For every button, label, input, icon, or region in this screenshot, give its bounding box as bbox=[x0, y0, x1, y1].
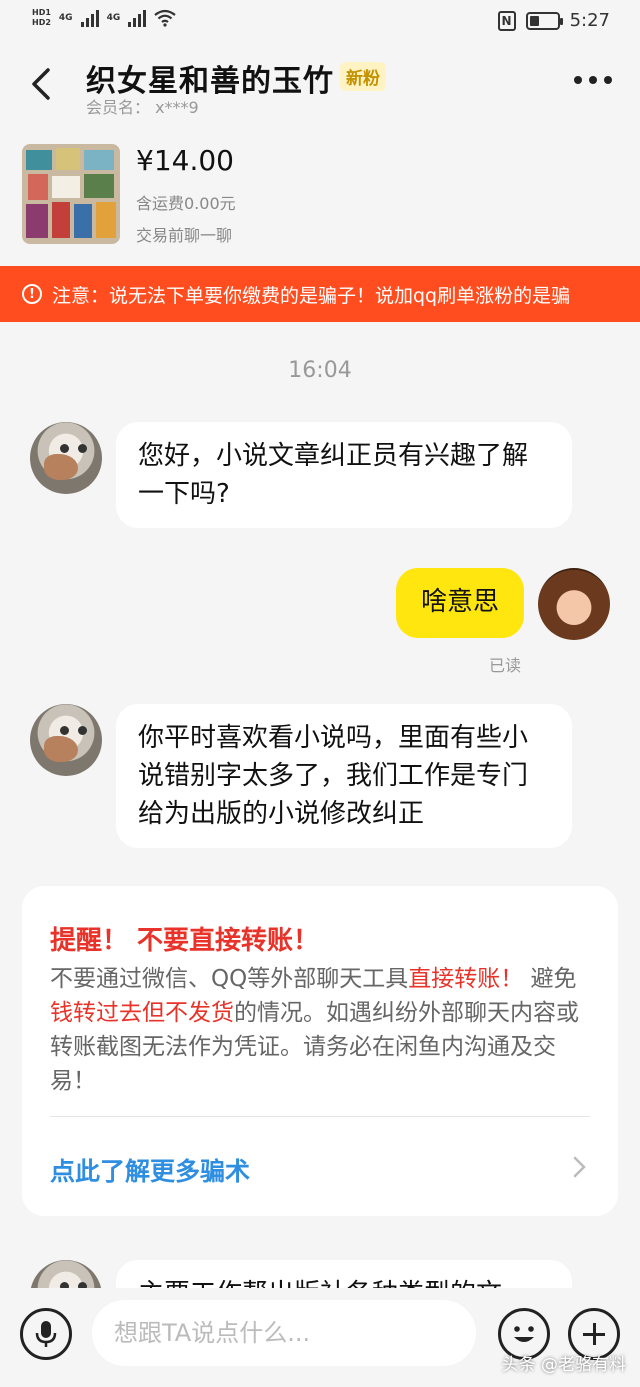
voice-button[interactable] bbox=[20, 1308, 72, 1360]
alert-circle-icon: ! bbox=[22, 284, 42, 304]
member-id: 会员名： x***9 bbox=[86, 98, 199, 117]
partial-message-row: 主要工作帮出版社各种类型的文 bbox=[0, 1240, 640, 1288]
message-bubble-other[interactable]: 你平时喜欢看小说吗，里面有些小说错别字太多了，我们工作是专门给为出版的小说修改纠… bbox=[116, 704, 572, 848]
message-bubble-other[interactable]: 您好，小说文章纠正员有兴趣了解一下吗? bbox=[116, 422, 572, 528]
watermark: 头条 @老骆有料 bbox=[501, 1355, 626, 1375]
nfc-icon: N bbox=[497, 10, 516, 31]
chat-before-trade: 交易前聊一聊 bbox=[136, 226, 233, 245]
chevron-right-icon[interactable] bbox=[572, 1154, 588, 1180]
hd2-label: HD2 bbox=[32, 18, 51, 27]
back-button[interactable] bbox=[22, 62, 62, 106]
hd-indicator: HD1 HD2 bbox=[32, 8, 51, 28]
avatar-other[interactable] bbox=[30, 704, 102, 776]
product-image[interactable] bbox=[22, 144, 120, 244]
clock: 5:27 bbox=[569, 10, 610, 31]
product-price: ¥14.00 bbox=[136, 144, 234, 177]
message-bubble-me[interactable]: 啥意思 bbox=[396, 568, 524, 638]
reminder-highlight-1: 直接转账！ bbox=[408, 966, 524, 992]
read-status: 已读 bbox=[489, 656, 522, 675]
hd1-label: HD1 bbox=[32, 8, 51, 17]
chevron-left-icon bbox=[32, 68, 50, 100]
avatar-me[interactable] bbox=[538, 568, 610, 640]
chat-timestamp: 16:04 bbox=[288, 358, 352, 383]
new-fan-badge: 新粉 bbox=[340, 62, 386, 91]
anti-fraud-reminder-card: 提醒！ 不要直接转账！ 不要通过微信、QQ等外部聊天工具直接转账！ 避免钱转过去… bbox=[22, 886, 618, 1216]
chat-header: 织女星和善的玉竹 新粉 会员名： x***9 bbox=[0, 44, 640, 124]
signal-icon bbox=[80, 9, 99, 27]
wifi-icon bbox=[154, 9, 176, 27]
reminder-text-2: 避免 bbox=[530, 966, 577, 992]
reminder-title: 提醒！ 不要直接转账！ bbox=[50, 926, 320, 956]
warning-banner: ! 注意：说无法下单要你缴费的是骗子！说加qq刷单涨粉的是骗 bbox=[0, 266, 640, 322]
reminder-body: 不要通过微信、QQ等外部聊天工具直接转账！ 避免钱转过去但不发货的情况。如遇纠纷… bbox=[50, 962, 598, 1098]
warning-text: 注意：说无法下单要你缴费的是骗子！说加qq刷单涨粉的是骗 bbox=[52, 284, 571, 307]
divider bbox=[50, 1116, 590, 1117]
input-bar: 头条 @老骆有料 bbox=[0, 1288, 640, 1387]
network-label-1: 4G bbox=[58, 13, 73, 23]
microphone-icon bbox=[35, 1321, 57, 1347]
more-options-button[interactable] bbox=[574, 76, 612, 84]
message-input[interactable] bbox=[92, 1300, 476, 1366]
avatar-other[interactable] bbox=[30, 422, 102, 494]
learn-more-scams-link[interactable]: 点此了解更多骗术 bbox=[50, 1152, 250, 1188]
message-bubble-other[interactable]: 主要工作帮出版社各种类型的文 bbox=[116, 1260, 572, 1288]
product-card[interactable]: ¥14.00 含运费0.00元 交易前聊一聊 bbox=[0, 134, 640, 254]
reminder-highlight-2: 钱转过去但不发货 bbox=[50, 1000, 234, 1026]
shipping-info: 含运费0.00元 bbox=[136, 194, 236, 213]
signal-icon-2 bbox=[128, 9, 147, 27]
reminder-text-1: 不要通过微信、QQ等外部聊天工具 bbox=[50, 966, 409, 992]
network-label-2: 4G bbox=[106, 13, 121, 23]
battery-icon bbox=[525, 11, 563, 30]
status-bar: HD1 HD2 4G 4G N 5:27 bbox=[0, 0, 640, 44]
avatar-other[interactable] bbox=[30, 1260, 102, 1288]
